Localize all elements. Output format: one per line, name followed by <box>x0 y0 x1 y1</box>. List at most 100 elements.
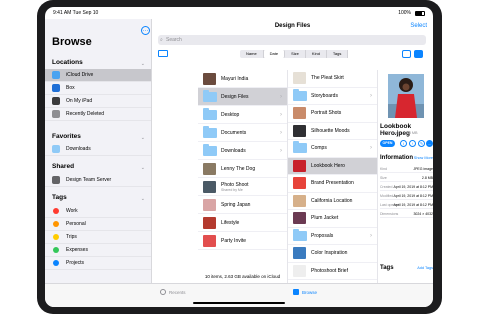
file-row[interactable]: Party Invite <box>198 232 287 250</box>
sidebar-item[interactable]: Box <box>45 82 151 95</box>
folder-icon <box>203 125 217 138</box>
locations-header[interactable]: Locations <box>52 59 83 66</box>
more-icon[interactable]: … <box>426 140 433 147</box>
folder-icon <box>203 143 217 156</box>
search-input[interactable]: ⌕ Search <box>158 35 426 45</box>
file-thumbnail <box>203 72 216 85</box>
sidebar-item[interactable]: Downloads <box>45 143 151 156</box>
shared-header[interactable]: Shared <box>52 163 74 170</box>
markup-icon[interactable]: ✎ <box>418 140 425 147</box>
row-text: Documents <box>221 130 246 136</box>
sidebar-item-label: Design Team Server <box>66 177 112 183</box>
row-label: The Pleat Skirt <box>311 75 344 82</box>
sidebar-item-label: Work <box>66 208 78 214</box>
file-row[interactable]: Lenny The Dog <box>198 160 287 178</box>
share-icon[interactable]: ↑ <box>409 140 416 147</box>
row-text: California Location <box>311 198 352 204</box>
sidebar-item[interactable]: Projects <box>45 257 151 270</box>
chevron-down-icon[interactable]: ⌄ <box>141 61 145 67</box>
row-text: Downloads <box>221 148 246 154</box>
info-value: April 19, 2019 at 8:12 PM <box>393 194 434 198</box>
row-text: Brand Presentation <box>311 180 354 186</box>
sort-option[interactable]: Size <box>285 50 306 58</box>
main-pane: Design Files Select ⌕ Search Name Date Siz… <box>152 19 433 283</box>
sidebar-item[interactable]: Personal <box>45 218 151 231</box>
tags-heading: Tags <box>380 265 394 271</box>
file-row[interactable]: Silhouette Moods <box>288 123 377 140</box>
sidebar-item[interactable]: Design Team Server <box>45 174 151 187</box>
info-row: Last opened April 19, 2019 at 8:12 PM <box>380 201 433 209</box>
storage-footer: 10 items, 2.63 GB available on iCloud <box>204 274 281 279</box>
file-row[interactable]: Portrait Shots <box>288 105 377 123</box>
chevron-right-icon: › <box>370 145 372 152</box>
folder-row[interactable]: Design Files › <box>198 88 287 106</box>
home-indicator <box>193 302 285 304</box>
folder-row[interactable]: Documents › <box>198 124 287 142</box>
icon-view-icon[interactable] <box>402 50 411 58</box>
info-icon[interactable]: i <box>400 140 407 147</box>
folder-row[interactable]: Downloads › <box>198 142 287 160</box>
sort-option[interactable]: Kind <box>306 50 327 58</box>
sidebar-item[interactable]: iCloud Drive <box>45 69 151 82</box>
tags-header[interactable]: Tags <box>52 194 67 201</box>
folder-row[interactable]: Proposals › <box>288 228 377 245</box>
select-button[interactable]: Select <box>410 23 427 29</box>
info-row: Created April 19, 2019 at 8:12 PM <box>380 183 433 191</box>
tab-browse[interactable]: Browse <box>293 289 317 295</box>
folder-row[interactable]: Comps › <box>288 140 377 158</box>
chevron-right-icon: › <box>370 232 372 239</box>
sidebar-item[interactable]: Trips <box>45 231 151 244</box>
sort-option[interactable]: Tags <box>327 50 349 58</box>
row-text: Lenny The Dog <box>221 166 255 172</box>
status-date-text: Tue Sep 10 <box>72 10 99 16</box>
sidebar-item[interactable]: Recently Deleted <box>45 108 151 121</box>
show-more-link[interactable]: Show More <box>414 156 433 160</box>
sidebar-item[interactable]: Work <box>45 205 151 218</box>
sidebar-item[interactable]: On My iPad <box>45 95 151 108</box>
row-label: Lookbook Hero <box>311 162 345 169</box>
lookbook-hero-image <box>388 74 424 118</box>
folder-row[interactable]: Desktop › <box>198 106 287 124</box>
sidebar-item[interactable]: Expenses <box>45 244 151 257</box>
file-row[interactable]: Photoshoot Brief <box>288 263 377 280</box>
info-key: Modified <box>380 194 394 198</box>
sort-option[interactable]: Date <box>263 50 286 58</box>
favorites-header[interactable]: Favorites <box>52 133 81 140</box>
row-sublabel: Shared by Me <box>221 187 243 192</box>
column-view-icon[interactable] <box>414 50 423 58</box>
search-placeholder: Search <box>166 37 182 43</box>
file-row[interactable]: Spring Japan <box>198 196 287 214</box>
tag-color-dot <box>53 234 59 240</box>
sidebar-title: Browse <box>52 36 92 48</box>
more-options-icon[interactable]: … <box>141 26 150 35</box>
folder-icon <box>293 141 307 154</box>
file-row[interactable]: Plum Jacket <box>288 210 377 228</box>
file-row[interactable]: Color Inspiration <box>288 245 377 263</box>
new-folder-icon[interactable] <box>158 50 168 57</box>
chevron-down-icon[interactable]: ⌄ <box>141 196 145 202</box>
column-design-files: The Pleat Skirt Storyboards › Portrait Shot… <box>288 70 378 283</box>
sidebar-item-label: iCloud Drive <box>66 72 94 78</box>
chevron-right-icon: › <box>280 111 282 118</box>
folder-row[interactable]: Storyboards › <box>288 88 377 105</box>
file-row[interactable]: California Location <box>288 193 377 210</box>
row-label: Silhouette Moods <box>311 127 350 134</box>
add-tags-link[interactable]: Add Tags <box>417 266 433 270</box>
row-text: Plum Jacket <box>311 215 338 221</box>
chevron-down-icon[interactable]: ⌄ <box>141 135 145 141</box>
row-label: Design Files <box>221 93 249 100</box>
row-label: Color Inspiration <box>311 250 348 257</box>
sidebar-item-label: Trips <box>66 234 77 240</box>
file-row[interactable]: Photo Shoot Shared by Me <box>198 178 287 196</box>
file-row[interactable]: Lookbook Hero <box>288 157 377 175</box>
tab-recents[interactable]: Recents <box>160 289 186 295</box>
file-row[interactable]: The Pleat Skirt <box>288 70 377 88</box>
file-row[interactable]: Mayuri India <box>198 70 287 88</box>
info-value: 2.8 MB <box>421 176 433 180</box>
file-row[interactable]: Lifestyle <box>198 214 287 232</box>
row-text: Design Files <box>221 94 249 100</box>
chevron-down-icon[interactable]: ⌄ <box>141 165 145 171</box>
file-row[interactable]: Brand Presentation <box>288 175 377 193</box>
open-button[interactable]: OPEN <box>380 140 395 147</box>
sort-option[interactable]: Name <box>240 50 264 58</box>
